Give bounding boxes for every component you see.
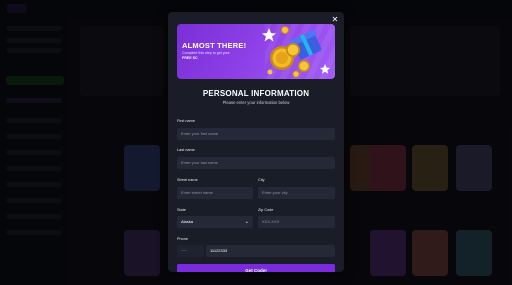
promo-banner: ALMOST THERE! Complete this step to get … [177, 24, 335, 79]
phone-field[interactable]: 11122333 [206, 245, 335, 257]
city-field[interactable]: Enter your city [258, 187, 335, 199]
gold-coins-gift-icon [262, 26, 330, 78]
personal-info-modal: ✕ ALMOST THERE! Complete this step to ge… [168, 12, 344, 272]
banner-subtitle-text: Complete this step to get your [182, 51, 230, 55]
banner-subtitle-bold: FREE SC [182, 56, 198, 60]
street-name-field[interactable]: Enter street name [177, 187, 253, 199]
banner-title: ALMOST THERE! [182, 41, 247, 50]
last-name-field[interactable]: Enter your last name [177, 157, 335, 169]
get-code-button[interactable]: Get Code! [177, 264, 335, 272]
chevron-down-icon: ⌄ [244, 219, 249, 225]
zip-code-label: Zip Code [258, 208, 274, 212]
street-name-label: Street name [177, 178, 198, 182]
zip-code-field[interactable]: XXX-XXX [258, 216, 335, 228]
last-name-label: Last name [177, 148, 195, 152]
phone-code-placeholder [181, 250, 187, 251]
phone-label: Phone [177, 237, 188, 241]
city-label: City [258, 178, 265, 182]
state-selected-value: Alaska [181, 219, 194, 224]
form-subtitle: Please enter your information below [222, 100, 290, 105]
form-title: PERSONAL INFORMATION [202, 89, 310, 98]
state-label: State [177, 208, 186, 212]
first-name-field[interactable]: Enter your first name [177, 128, 335, 140]
state-select[interactable]: Alaska ⌄ [177, 216, 253, 228]
first-name-label: First name [177, 119, 195, 123]
phone-country-code-select[interactable] [177, 245, 204, 257]
close-icon[interactable]: ✕ [331, 16, 339, 24]
